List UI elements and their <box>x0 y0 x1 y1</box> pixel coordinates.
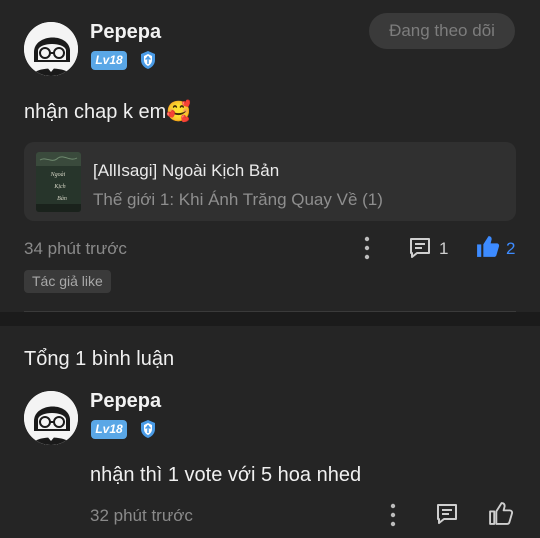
avatar-image <box>24 391 78 445</box>
thumbs-up-icon <box>489 502 514 525</box>
book-card[interactable]: Ngoài Kịch Bản [AllIsagi] Ngoài Kịch Bản… <box>24 142 516 221</box>
post-timestamp: 34 phút trước <box>24 239 127 258</box>
comment-button[interactable]: 1 <box>408 235 454 261</box>
svg-text:Ngoài: Ngoài <box>50 172 66 178</box>
comment-icon <box>410 238 430 258</box>
more-vertical-icon <box>364 236 370 260</box>
avatar-image <box>24 22 78 76</box>
comment-author-name[interactable]: Pepepa <box>90 390 161 413</box>
comment-timestamp: 32 phút trước <box>90 506 193 525</box>
comment-author-avatar[interactable] <box>24 391 78 445</box>
svg-text:Kịch: Kịch <box>53 184 65 190</box>
more-options-button[interactable] <box>358 236 376 260</box>
book-chapter[interactable]: Thế giới 1: Khi Ánh Trăng Quay Về (1) <box>93 190 383 210</box>
section-separator <box>0 312 540 326</box>
author-like-tag: Tác giả like <box>24 270 111 293</box>
like-count: 2 <box>506 239 516 258</box>
svg-text:Bản: Bản <box>57 196 67 202</box>
comments-total-title: Tổng 1 bình luận <box>24 348 175 370</box>
thumbs-up-icon <box>477 236 500 257</box>
comment-count: 1 <box>439 239 449 258</box>
post-author-avatar[interactable] <box>24 22 78 76</box>
more-vertical-icon <box>390 503 396 527</box>
comment-like-button[interactable] <box>488 501 514 527</box>
book-title[interactable]: [AllIsagi] Ngoài Kịch Bản <box>93 161 279 181</box>
post-author-name[interactable]: Pepepa <box>90 21 161 44</box>
level-badge: Lv18 <box>91 420 127 439</box>
post-text: nhận chap k em🥰 <box>24 101 192 123</box>
comment-more-options-button[interactable] <box>384 503 402 527</box>
comment-text: nhận thì 1 vote với 5 hoa nhed <box>90 464 362 486</box>
level-badge: Lv18 <box>91 51 127 70</box>
following-button[interactable]: Đang theo dõi <box>369 13 515 49</box>
comment-reply-button[interactable] <box>435 502 461 528</box>
like-button[interactable]: 2 <box>475 234 519 262</box>
book-cover-image: Ngoài Kịch Bản <box>36 152 81 212</box>
comment-icon <box>437 504 457 524</box>
shield-badge-icon <box>138 50 158 70</box>
shield-badge-icon <box>138 419 158 439</box>
